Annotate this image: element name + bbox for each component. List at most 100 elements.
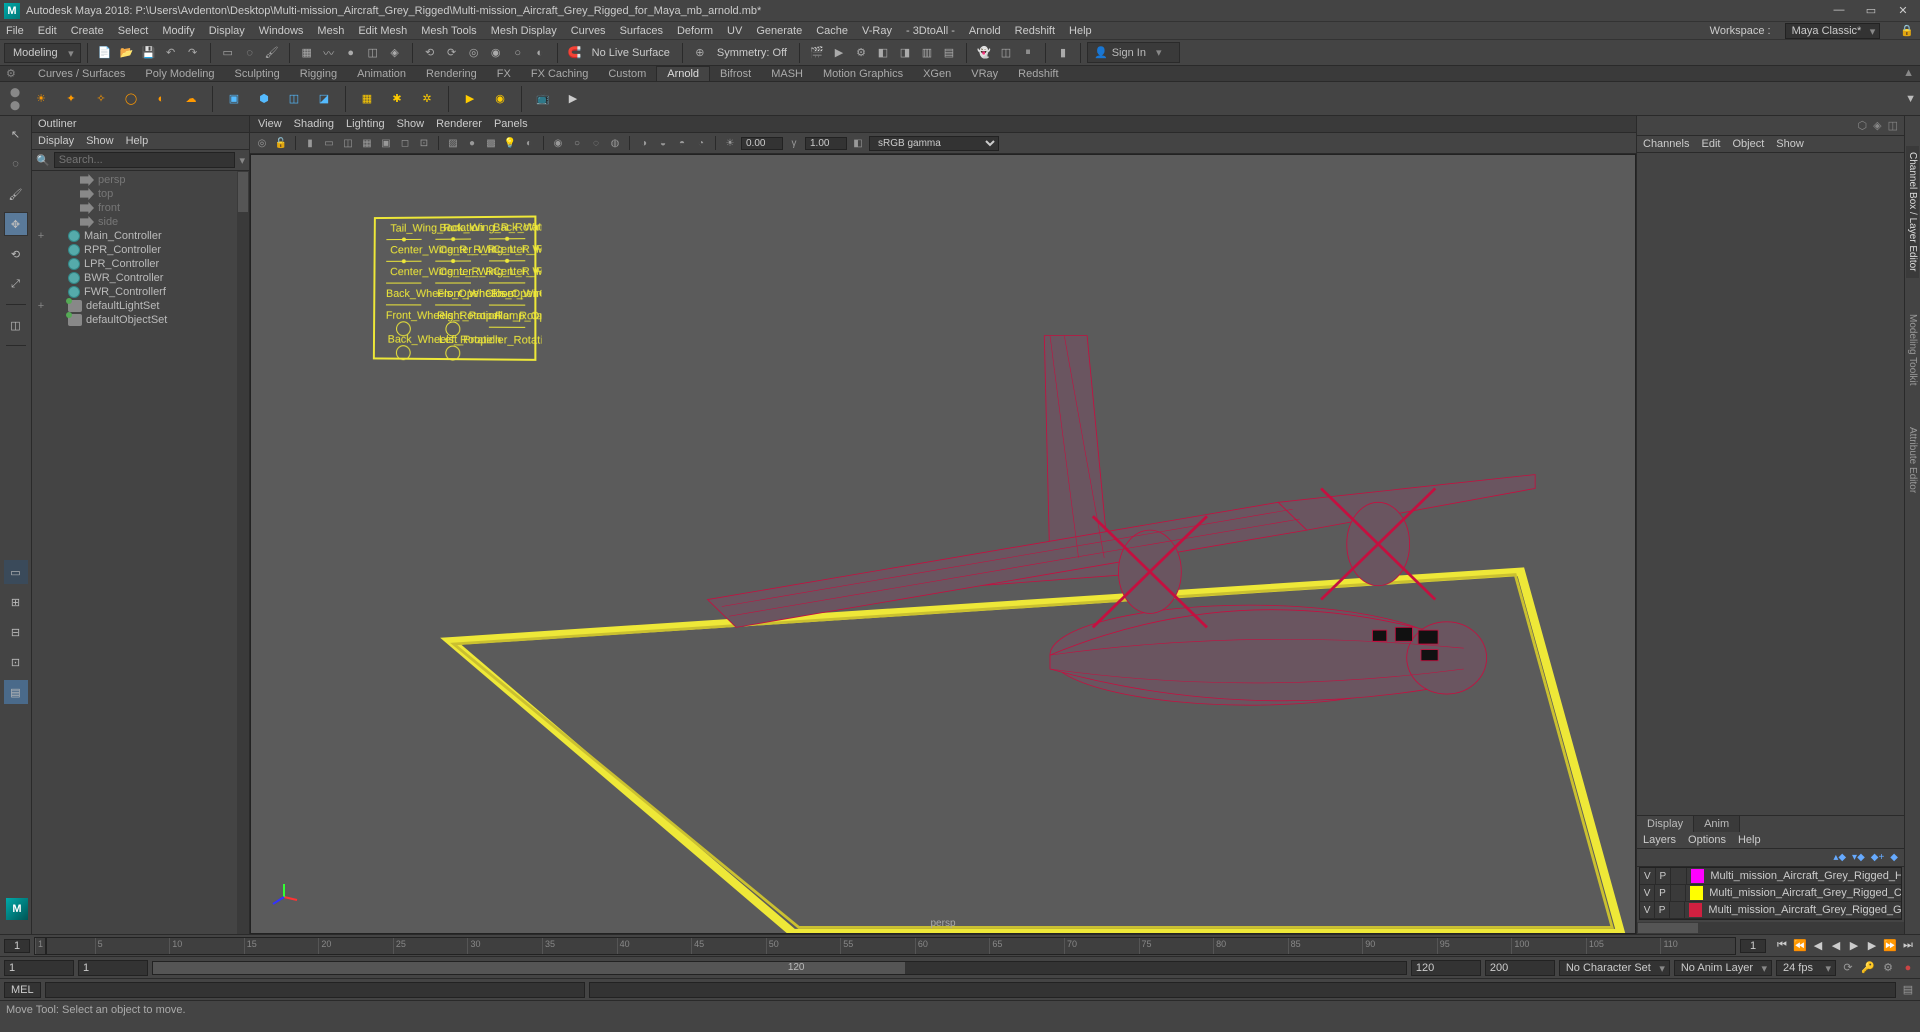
timeline-curframe-field[interactable] bbox=[4, 939, 30, 953]
shelf-tab-fxcache[interactable]: FX Caching bbox=[521, 67, 598, 81]
shelf-edit-icons[interactable]: ⬤⬤ bbox=[6, 87, 24, 111]
layer-row[interactable]: VPMulti_mission_Aircraft_Grey_Rigged_Hel… bbox=[1640, 868, 1901, 885]
menu-modify[interactable]: Modify bbox=[162, 25, 194, 37]
shelf-tab-xgen[interactable]: XGen bbox=[913, 67, 961, 81]
vp-motionblur-icon[interactable]: ◒ bbox=[655, 135, 671, 151]
move-tool-button[interactable]: ✥ bbox=[4, 212, 28, 236]
play-button[interactable]: ▶ bbox=[1846, 938, 1862, 954]
vtab-attributeeditor[interactable]: Attribute Editor bbox=[1906, 421, 1919, 499]
vp-viewtransform-icon[interactable]: ◧ bbox=[850, 135, 866, 151]
vp-shadows-icon[interactable]: ◐ bbox=[521, 135, 537, 151]
menu-deform[interactable]: Deform bbox=[677, 25, 713, 37]
vp-filmgate-icon[interactable]: ▣ bbox=[378, 135, 394, 151]
vp-lights-icon[interactable]: 💡 bbox=[502, 135, 518, 151]
shelf-tab-fx[interactable]: FX bbox=[487, 67, 521, 81]
frameback-button[interactable]: ◀ bbox=[1810, 938, 1826, 954]
outliner-item[interactable]: +Main_Controller bbox=[32, 229, 249, 243]
shelf-tab-anim[interactable]: Animation bbox=[347, 67, 416, 81]
redo-icon[interactable]: ↷ bbox=[184, 44, 202, 62]
snap-plane-icon[interactable]: ◫ bbox=[364, 44, 382, 62]
vp-xray-icon[interactable]: ○ bbox=[569, 135, 585, 151]
lasso-icon[interactable]: ◌ bbox=[241, 44, 259, 62]
render-icon[interactable]: 🎬 bbox=[808, 44, 826, 62]
outliner-item[interactable]: side bbox=[32, 215, 249, 229]
ghost-icon[interactable]: 👻 bbox=[975, 44, 993, 62]
magnet-icon[interactable]: 🧲 bbox=[566, 44, 584, 62]
workspace-dropdown[interactable]: Maya Classic* bbox=[1785, 23, 1881, 39]
lightlink-icon[interactable]: ◨ bbox=[896, 44, 914, 62]
vp-gate-icon[interactable]: ◻ bbox=[397, 135, 413, 151]
rig-control-panel[interactable]: Tail_Wing_RotationBack_Wing_R_RotationBa… bbox=[372, 214, 542, 369]
cb-show[interactable]: Show bbox=[1776, 138, 1804, 150]
snap-point-icon[interactable]: ● bbox=[342, 44, 360, 62]
vp-multisample-icon[interactable]: ◓ bbox=[674, 135, 690, 151]
ipr-icon[interactable]: ▶ bbox=[830, 44, 848, 62]
timeline-ruler[interactable]: 1510152025303540455055606570758085909510… bbox=[34, 937, 1736, 955]
arnold-physicalsky-icon[interactable]: ☁ bbox=[178, 86, 204, 112]
vp-grid-icon[interactable]: ▦ bbox=[359, 135, 375, 151]
last-tool-button[interactable]: ◫ bbox=[4, 313, 28, 337]
sym-icon[interactable]: ⊕ bbox=[691, 44, 709, 62]
menu-uv[interactable]: UV bbox=[727, 25, 742, 37]
arnold-tx2-icon[interactable]: ✲ bbox=[414, 86, 440, 112]
outliner-menu-help[interactable]: Help bbox=[126, 135, 149, 147]
menu-meshdisplay[interactable]: Mesh Display bbox=[491, 25, 557, 37]
layout-four-button[interactable]: ⊞ bbox=[4, 590, 28, 614]
outliner-tree[interactable]: persptopfrontside+Main_ControllerRPR_Con… bbox=[32, 171, 249, 934]
prefs-icon[interactable]: ⚙ bbox=[1880, 961, 1896, 974]
vp-colorspace-dropdown[interactable]: sRGB gamma bbox=[869, 136, 999, 151]
layer-playback-toggle[interactable]: P bbox=[1656, 868, 1672, 884]
vp-menu-lighting[interactable]: Lighting bbox=[346, 118, 385, 130]
paint-tool-button[interactable]: 🖌 bbox=[4, 182, 28, 206]
vp-menu-renderer[interactable]: Renderer bbox=[436, 118, 482, 130]
history-off-icon[interactable]: ⟳ bbox=[443, 44, 461, 62]
outliner-scrollbar[interactable] bbox=[237, 171, 249, 934]
vp-textured-icon[interactable]: ▩ bbox=[483, 135, 499, 151]
layout-stacked-button[interactable]: ⊡ bbox=[4, 650, 28, 674]
vp-exposure-field[interactable] bbox=[741, 137, 783, 150]
layer-addsel-icon[interactable]: ◆+ bbox=[1871, 852, 1885, 863]
menu-file[interactable]: File bbox=[6, 25, 24, 37]
shelf-tab-vray[interactable]: VRay bbox=[961, 67, 1008, 81]
shelf-scroll-icon[interactable]: ▲ bbox=[1903, 67, 1914, 79]
minimize-button[interactable]: — bbox=[1832, 4, 1846, 17]
shelf-tab-poly[interactable]: Poly Modeling bbox=[135, 67, 224, 81]
playback-button[interactable]: ◀ bbox=[1828, 938, 1844, 954]
vp-select-cam-icon[interactable]: ◎ bbox=[254, 135, 270, 151]
mode-dropdown[interactable]: Modeling bbox=[4, 43, 81, 63]
outliner-item[interactable]: BWR_Controller bbox=[32, 271, 249, 285]
script-editor-button[interactable]: ▤ bbox=[1900, 983, 1916, 996]
menu-redshift[interactable]: Redshift bbox=[1015, 25, 1055, 37]
lock-icon[interactable]: 🔒 bbox=[1900, 24, 1914, 37]
snap-live-icon[interactable]: ◈ bbox=[386, 44, 404, 62]
select-tool-button[interactable]: ↖ bbox=[4, 122, 28, 146]
range-playback-start-field[interactable] bbox=[78, 960, 148, 976]
layer-playback-toggle[interactable]: P bbox=[1655, 885, 1670, 901]
arnold-flush-icon[interactable]: ▦ bbox=[354, 86, 380, 112]
layer-tab-display[interactable]: Display bbox=[1637, 816, 1694, 832]
menu-edit[interactable]: Edit bbox=[38, 25, 57, 37]
range-slider[interactable]: 120 bbox=[152, 961, 1407, 975]
toggle-panel-icon[interactable]: ▮ bbox=[1054, 44, 1072, 62]
construction4-icon[interactable]: ◐ bbox=[531, 44, 549, 62]
fps-dropdown[interactable]: 24 fps bbox=[1776, 960, 1836, 976]
outliner-item[interactable]: defaultObjectSet bbox=[32, 313, 249, 327]
menu-surfaces[interactable]: Surfaces bbox=[620, 25, 663, 37]
vp-menu-shading[interactable]: Shading bbox=[294, 118, 334, 130]
shelf-tab-motion[interactable]: Motion Graphics bbox=[813, 67, 913, 81]
stepfwd-button[interactable]: ⏩ bbox=[1882, 938, 1898, 954]
rewind-button[interactable]: ⏮ bbox=[1774, 938, 1790, 954]
vp-dof-icon[interactable]: ◔ bbox=[693, 135, 709, 151]
arnold-curvecollector-icon[interactable]: ⬢ bbox=[251, 86, 277, 112]
expand-icon[interactable]: + bbox=[36, 300, 46, 312]
layer-color-swatch[interactable] bbox=[1690, 886, 1703, 900]
cb-icon3[interactable]: ◫ bbox=[1888, 119, 1898, 132]
layer-menu-help[interactable]: Help bbox=[1738, 834, 1761, 846]
viewport-3d[interactable]: Tail_Wing_RotationBack_Wing_R_RotationBa… bbox=[250, 154, 1636, 934]
select-mode-icon[interactable]: ▭ bbox=[219, 44, 237, 62]
vp-gamma-icon[interactable]: γ bbox=[786, 135, 802, 151]
layer-empty-cell[interactable] bbox=[1671, 885, 1686, 901]
setkey-icon[interactable]: ● bbox=[1900, 962, 1916, 974]
menu-create[interactable]: Create bbox=[71, 25, 104, 37]
outliner-item[interactable]: FWR_Controllerf bbox=[32, 285, 249, 299]
